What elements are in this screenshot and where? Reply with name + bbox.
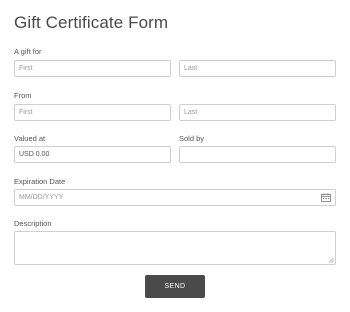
valued-at-label: Valued at (14, 134, 46, 143)
from-last-name-input[interactable]: Last (179, 104, 336, 121)
gift-for-last-name-input[interactable]: Last (179, 60, 336, 77)
gift-for-first-name-input[interactable]: First (14, 60, 171, 77)
calendar-icon[interactable] (321, 193, 331, 202)
valued-at-input[interactable]: USD 0.00 (14, 146, 171, 163)
expiration-date-label: Expiration Date (14, 177, 66, 186)
description-label: Description (14, 219, 52, 228)
from-label: From (14, 91, 32, 100)
sold-by-label: Sold by (179, 134, 205, 143)
sold-by-input[interactable] (179, 146, 336, 163)
description-textarea[interactable] (14, 231, 336, 265)
from-first-name-input[interactable]: First (14, 104, 171, 121)
send-button[interactable]: SEND (145, 275, 205, 298)
gift-for-label: A gift for (14, 47, 42, 56)
form-title: Gift Certificate Form (14, 13, 169, 32)
expiration-date-placeholder: MM/DD/YYYY (19, 194, 64, 201)
expiration-date-input[interactable]: MM/DD/YYYY (14, 189, 336, 206)
resize-grip-icon[interactable] (328, 257, 334, 263)
